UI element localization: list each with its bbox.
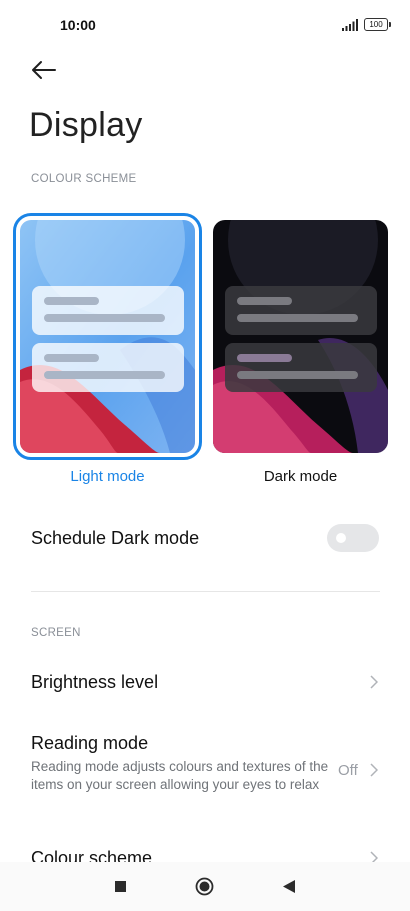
dark-mode-preview	[213, 220, 388, 453]
status-time: 10:00	[60, 17, 96, 33]
square-icon[interactable]	[115, 881, 126, 892]
schedule-dark-mode-toggle[interactable]	[327, 524, 379, 552]
dark-mode-label[interactable]: Dark mode	[213, 468, 388, 485]
reading-mode-description: Reading mode adjusts colours and texture…	[31, 759, 329, 792]
navigation-bar	[0, 862, 410, 911]
status-bar: 10:00 100	[0, 0, 410, 52]
light-mode-card[interactable]	[13, 213, 202, 460]
schedule-dark-mode-label: Schedule Dark mode	[31, 528, 200, 548]
back-button[interactable]	[28, 56, 62, 86]
triangle-back-icon[interactable]	[282, 879, 296, 894]
section-label-colour-scheme: COLOUR SCHEME	[31, 173, 137, 185]
reading-mode-label: Reading mode	[31, 733, 149, 753]
signal-bars-icon	[342, 19, 358, 31]
light-mode-preview	[20, 220, 195, 453]
page-title: Display	[29, 106, 143, 144]
light-mode-label[interactable]: Light mode	[20, 468, 195, 485]
brightness-level-label: Brightness level	[31, 672, 159, 692]
section-label-screen: SCREEN	[31, 627, 81, 639]
toggle-knob	[336, 533, 346, 543]
section-divider	[31, 591, 380, 592]
circle-icon[interactable]	[195, 877, 214, 896]
dark-mode-card[interactable]	[213, 220, 388, 453]
reading-mode-value: Off	[338, 762, 358, 779]
battery-icon: 100	[364, 18, 391, 31]
chevron-right-icon	[370, 675, 378, 689]
chevron-right-icon	[370, 763, 378, 777]
arrow-left-icon	[32, 61, 56, 79]
